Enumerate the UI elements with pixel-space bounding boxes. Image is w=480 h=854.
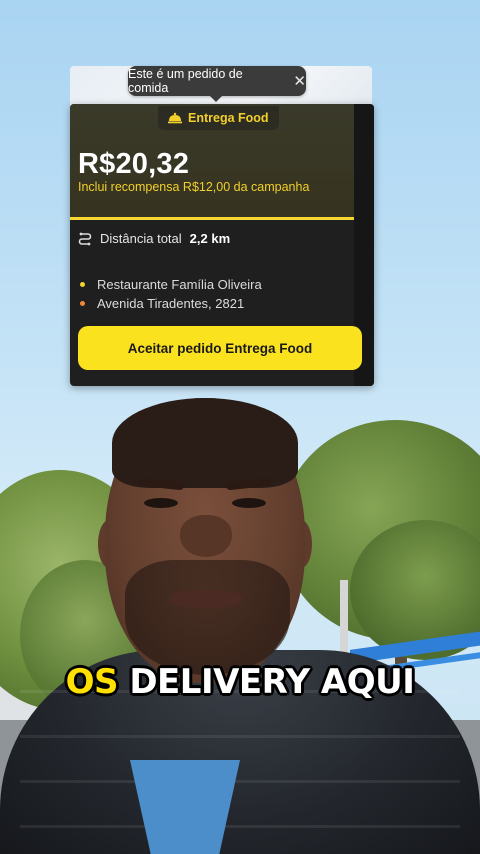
- distance-row: Distância total 2,2 km: [78, 231, 230, 246]
- close-icon[interactable]: ✕: [293, 74, 306, 89]
- mouth: [170, 590, 242, 608]
- nose: [180, 515, 232, 557]
- service-badge-label: Entrega Food: [188, 111, 269, 125]
- beard: [125, 560, 290, 675]
- distance-label: Distância total: [100, 231, 182, 246]
- dropoff-label: Avenida Tiradentes, 2821: [97, 296, 245, 311]
- pickup-dot-icon: [80, 282, 85, 287]
- caption-highlight: OS: [65, 662, 119, 702]
- reward-note: Inclui recompensa R$12,00 da campanha: [78, 180, 310, 194]
- delivery-offer-overlay: Entrega Food R$20,32 Inclui recompensa R…: [68, 64, 376, 388]
- pickup-stop: Restaurante Família Oliveira: [80, 277, 262, 292]
- video-caption: OS DELIVERY AQUI: [0, 662, 480, 702]
- route-icon: [78, 232, 92, 245]
- dropoff-dot-icon: [80, 301, 85, 306]
- tooltip-text: Este é um pedido de comida: [128, 67, 243, 95]
- offer-header: Entrega Food R$20,32 Inclui recompensa R…: [70, 104, 354, 220]
- offer-price: R$20,32: [78, 148, 190, 180]
- hair: [112, 398, 298, 488]
- food-order-tooltip: Este é um pedido de comida ✕: [128, 66, 306, 102]
- eye: [144, 498, 178, 508]
- service-badge: Entrega Food: [158, 106, 279, 130]
- eye: [232, 498, 266, 508]
- dropoff-stop: Avenida Tiradentes, 2821: [80, 296, 244, 311]
- cloche-icon: [168, 112, 182, 124]
- caption-text: DELIVERY AQUI: [129, 662, 415, 702]
- pickup-label: Restaurante Família Oliveira: [97, 277, 262, 292]
- accept-order-button[interactable]: Aceitar pedido Entrega Food: [78, 326, 362, 370]
- distance-value: 2,2 km: [189, 231, 231, 246]
- offer-card: Entrega Food R$20,32 Inclui recompensa R…: [70, 104, 374, 386]
